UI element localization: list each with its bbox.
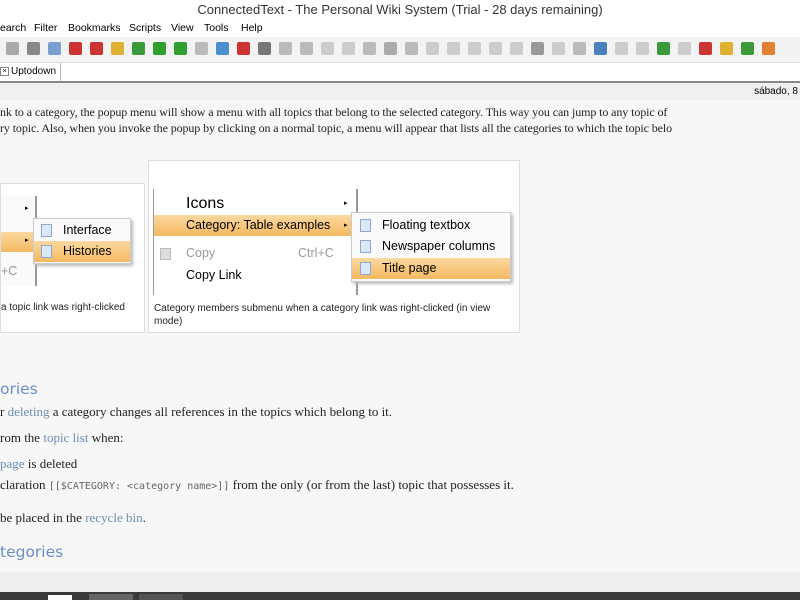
highlight-icon[interactable] xyxy=(552,42,565,55)
taskbar-item[interactable] xyxy=(139,594,183,600)
spellcheck-icon[interactable] xyxy=(69,42,82,55)
section-heading: ories xyxy=(0,380,38,398)
export-icon[interactable] xyxy=(762,42,775,55)
menu-item-icons[interactable]: Icons ▸ xyxy=(154,193,356,214)
intro-line-1: nk to a category, the popup menu will sh… xyxy=(0,105,668,119)
filter-icon[interactable] xyxy=(741,42,754,55)
back-icon[interactable] xyxy=(174,42,187,55)
section-heading: tegories xyxy=(0,543,64,561)
link-deleting[interactable]: deleting xyxy=(8,404,50,419)
tab-bar: × Uptodown xyxy=(0,63,800,83)
taskbar-item[interactable] xyxy=(89,594,133,600)
format-icon[interactable] xyxy=(573,42,586,55)
spell-icon[interactable] xyxy=(678,42,691,55)
paragraph: rom the topic list when: xyxy=(0,430,124,445)
bold-icon[interactable] xyxy=(426,42,439,55)
link-topic-list[interactable]: topic list xyxy=(43,430,88,445)
help-icon[interactable] xyxy=(237,42,250,55)
underline-icon[interactable] xyxy=(468,42,481,55)
tab-uptodown[interactable]: Uptodown xyxy=(11,63,62,81)
topic-icon xyxy=(360,240,371,253)
menu-filter[interactable]: Filter xyxy=(34,20,57,37)
topic-icon xyxy=(360,219,371,232)
find-prev-icon[interactable] xyxy=(636,42,649,55)
submenu-item[interactable]: Histories xyxy=(34,241,130,262)
superscript-icon[interactable] xyxy=(489,42,502,55)
menu-view[interactable]: View xyxy=(171,20,194,37)
delete-topic-icon[interactable] xyxy=(90,42,103,55)
home-icon[interactable] xyxy=(132,42,145,55)
list-item: claration [[$CATEGORY: <category name>]]… xyxy=(0,477,514,492)
intro-line-2: ry topic. Also, when you invoke the popu… xyxy=(0,121,673,135)
topic-icon xyxy=(41,224,52,237)
menu-help[interactable]: Help xyxy=(241,20,263,37)
network-icon[interactable] xyxy=(258,42,271,55)
date-bar: sábado, 8 xyxy=(0,83,800,100)
find-next-icon[interactable] xyxy=(615,42,628,55)
note-icon[interactable] xyxy=(699,42,712,55)
category-members-submenu: Floating textbox Newspaper columns Title… xyxy=(351,212,511,282)
submenu-item[interactable]: Title page xyxy=(352,258,510,279)
italic-icon[interactable] xyxy=(447,42,460,55)
context-menu: ▸ ▸ +C xyxy=(1,196,37,286)
topic-icon xyxy=(41,245,52,258)
paragraph: be placed in the recycle bin. xyxy=(0,510,146,525)
topic-icon xyxy=(360,262,371,275)
submenu-arrow-icon: ▸ xyxy=(25,237,29,244)
copy-icon xyxy=(160,248,171,260)
refresh-icon[interactable] xyxy=(216,42,229,55)
menu-bar: earch Filter Bookmarks Scripts View Tool… xyxy=(0,20,800,37)
taskbar xyxy=(0,592,800,600)
menu-search[interactable]: earch xyxy=(0,20,26,37)
columns-icon[interactable] xyxy=(405,42,418,55)
submenu-item[interactable]: Interface xyxy=(34,220,130,241)
menu-scripts[interactable]: Scripts xyxy=(129,20,161,37)
menu-bookmarks[interactable]: Bookmarks xyxy=(68,20,121,37)
figure-caption: a topic link was right-clicked xyxy=(1,302,125,313)
find-icon[interactable] xyxy=(594,42,607,55)
forward-icon[interactable] xyxy=(153,42,166,55)
lock-icon[interactable] xyxy=(111,42,124,55)
cut-icon[interactable] xyxy=(321,42,334,55)
redo-icon[interactable] xyxy=(300,42,313,55)
menu-item-copy-link[interactable]: Copy Link xyxy=(154,265,356,286)
figure-category-menu: Icons ▸ Category: Table examples ▸ Copy Ctr… xyxy=(148,160,520,333)
save-icon[interactable] xyxy=(6,42,19,55)
context-menu: Icons ▸ Category: Table examples ▸ Copy Ctr… xyxy=(153,189,358,295)
selected-menu-item[interactable]: ▸ xyxy=(1,232,35,252)
window-title: ConnectedText - The Personal Wiki System… xyxy=(0,0,800,20)
undo-icon[interactable] xyxy=(279,42,292,55)
list-item: page is deleted xyxy=(0,456,78,471)
figure-caption: Category members submenu when a category… xyxy=(154,303,491,327)
paste-icon[interactable] xyxy=(363,42,376,55)
link-recycle-bin[interactable]: recycle bin xyxy=(85,510,142,525)
categories-submenu: Interface Histories xyxy=(33,218,131,264)
submenu-item[interactable]: Floating textbox xyxy=(352,215,510,236)
stop-icon[interactable] xyxy=(195,42,208,55)
close-tab-icon[interactable]: × xyxy=(0,67,9,76)
submenu-item[interactable]: Newspaper columns xyxy=(352,236,510,257)
menu-item-copy[interactable]: Copy Ctrl+C xyxy=(154,243,356,264)
taskbar-item[interactable] xyxy=(48,595,72,600)
menu-tools[interactable]: Tools xyxy=(204,20,229,37)
replace-icon[interactable] xyxy=(657,42,670,55)
link-page[interactable]: page xyxy=(0,456,25,471)
date-text: sábado, 8 xyxy=(754,86,798,97)
edit-icon[interactable] xyxy=(48,42,61,55)
figure-topic-menu: ▸ ▸ +C Interface Histories a topic link … xyxy=(0,183,145,333)
menu-item-category[interactable]: Category: Table examples ▸ xyxy=(154,215,356,236)
status-bar xyxy=(0,572,800,592)
topics-icon[interactable] xyxy=(720,42,733,55)
paragraph: r deleting a category changes all refere… xyxy=(0,404,393,419)
subscript-icon[interactable] xyxy=(510,42,523,55)
copy-icon[interactable] xyxy=(342,42,355,55)
submenu-arrow-icon: ▸ xyxy=(25,205,29,212)
print-icon[interactable] xyxy=(27,42,40,55)
toolbar xyxy=(0,37,800,63)
delete-icon[interactable] xyxy=(384,42,397,55)
font-color-icon[interactable] xyxy=(531,42,544,55)
copy-shortcut: +C xyxy=(1,264,18,278)
